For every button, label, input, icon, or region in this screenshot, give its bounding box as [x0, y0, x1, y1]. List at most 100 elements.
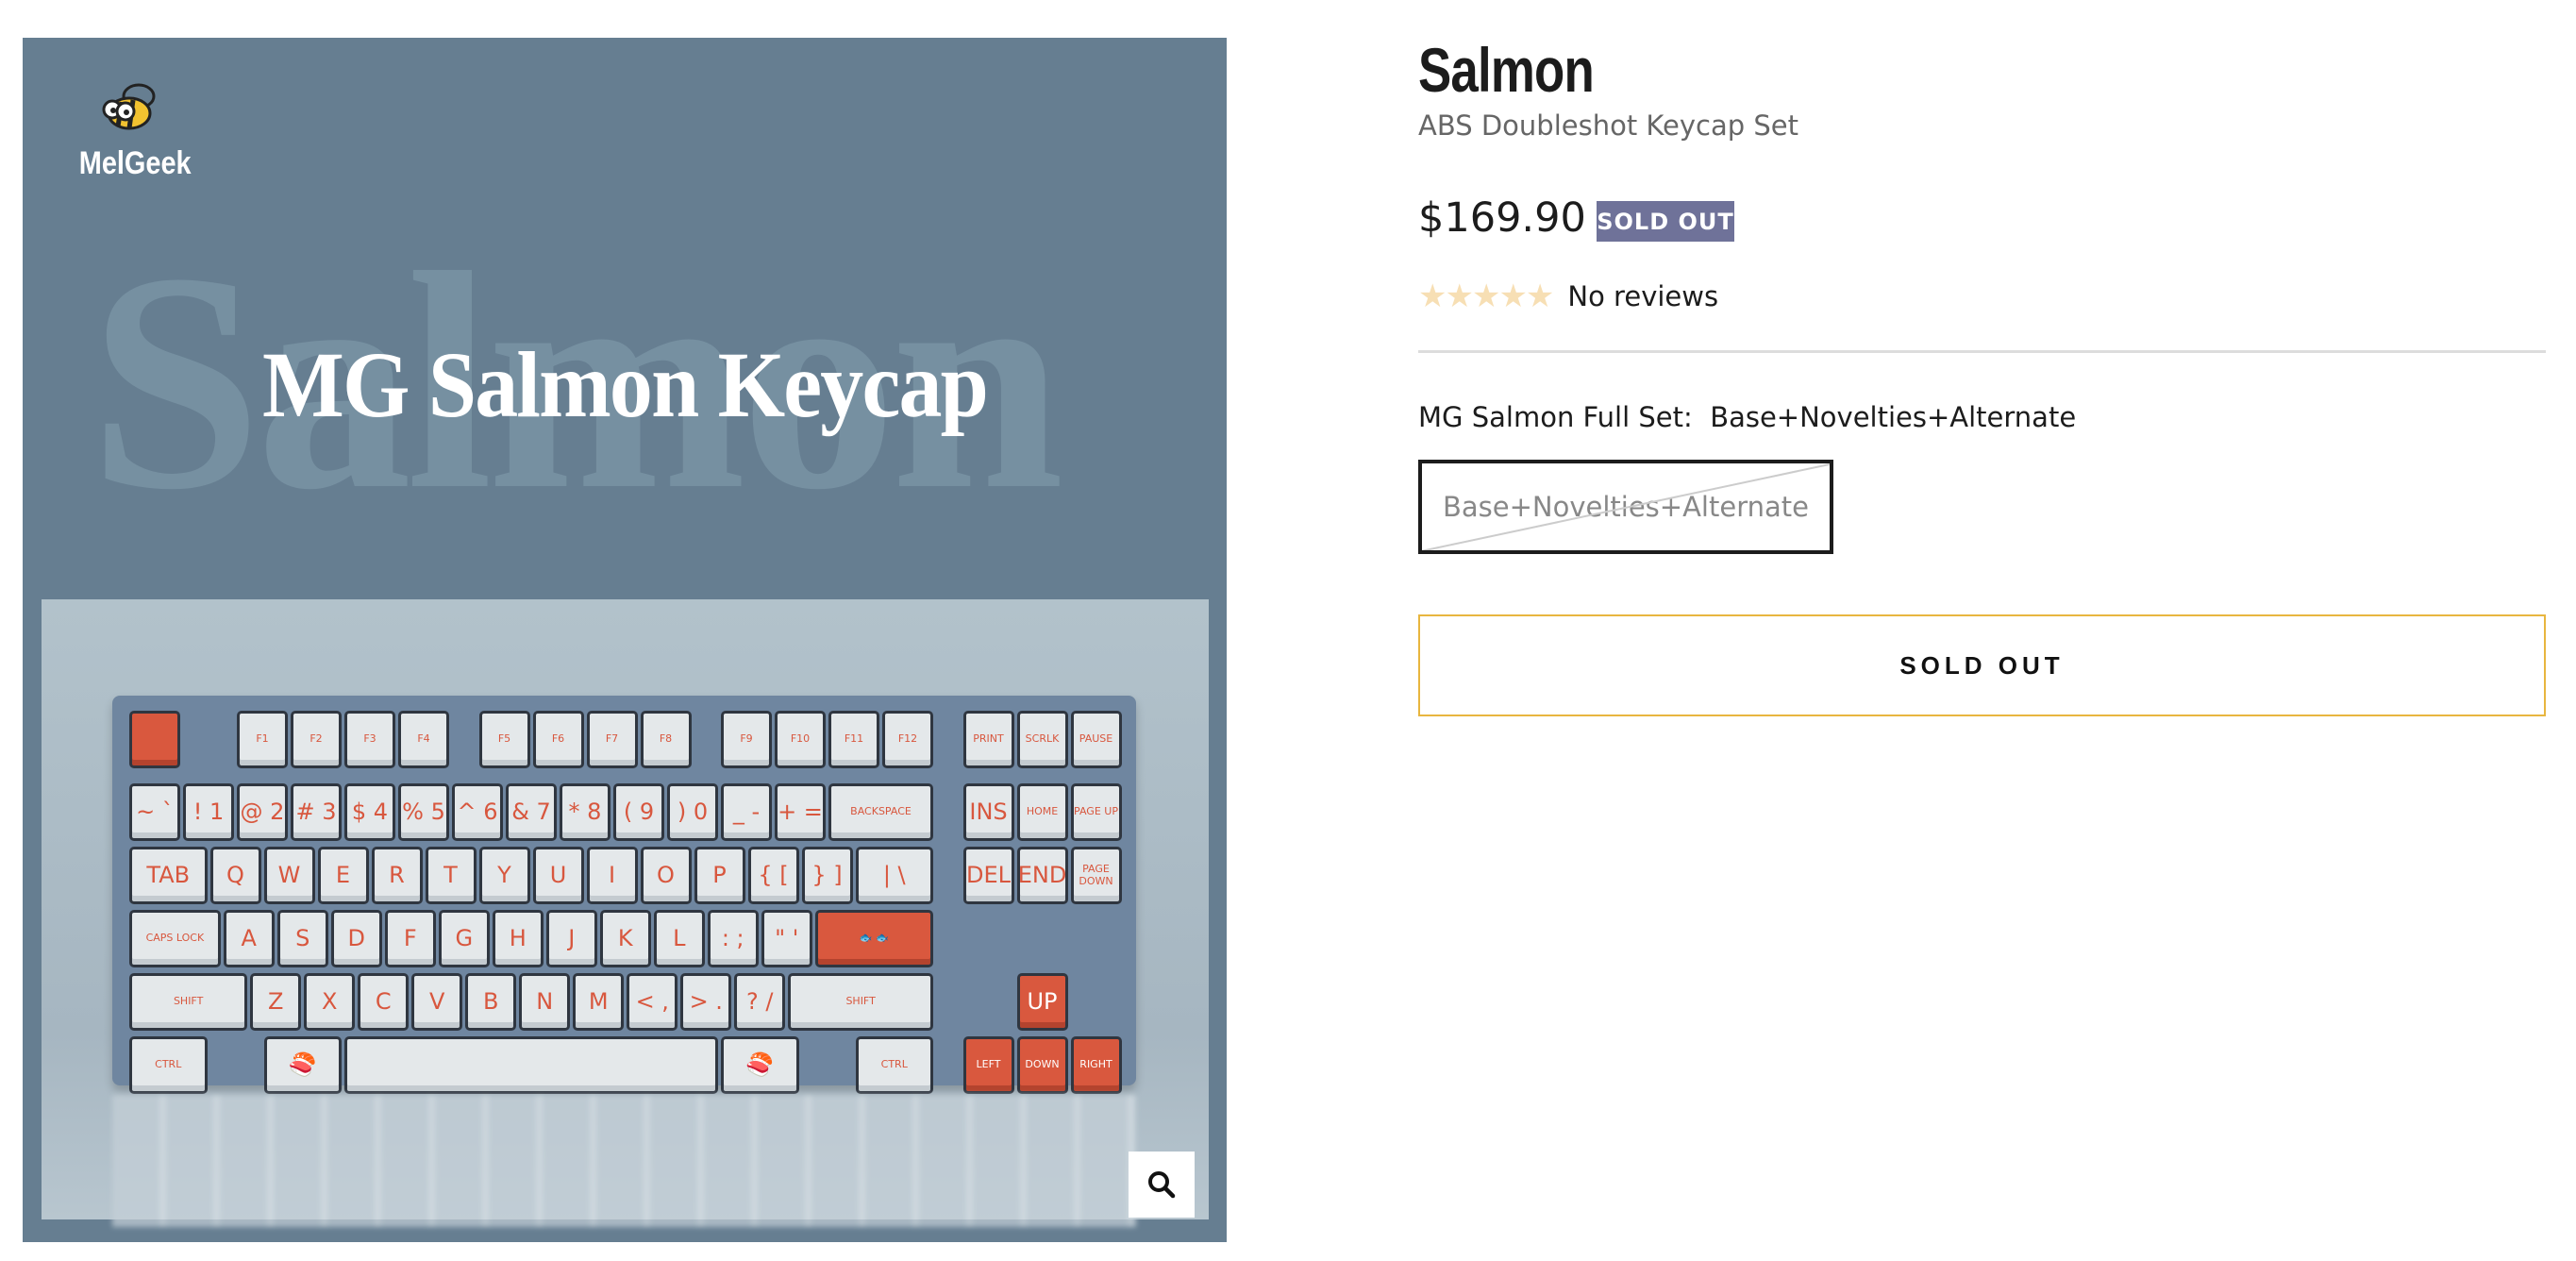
keycap: ( 9: [613, 783, 664, 841]
keycap: RIGHT: [1070, 1036, 1122, 1094]
image-banner-title: MG Salmon Keycap: [262, 332, 989, 437]
keycap: W: [263, 847, 315, 904]
search-icon: [1148, 1171, 1176, 1199]
divider: [1418, 350, 2546, 353]
star-rating-icons: ★★★★★: [1418, 277, 1554, 315]
zoom-image-button[interactable]: [1129, 1152, 1195, 1218]
keycap: 🐟 🐟: [814, 910, 933, 967]
keycap: S: [276, 910, 328, 967]
rating[interactable]: ★★★★★ No reviews: [1418, 277, 1718, 315]
keycap: U: [532, 847, 584, 904]
keycap: C: [358, 973, 410, 1031]
product-price: $169.90: [1418, 194, 1586, 242]
keycap: O: [640, 847, 692, 904]
keycap: F4: [398, 711, 449, 768]
keycap: ! 1: [183, 783, 234, 841]
keycap: { [: [747, 847, 799, 904]
keycap: CTRL: [855, 1036, 933, 1094]
keycap: ? /: [734, 973, 786, 1031]
keycap: PAUSE: [1070, 711, 1122, 768]
keycap: HOME: [1016, 783, 1068, 841]
keycap: DEL: [962, 847, 1014, 904]
option-swatch-unavailable[interactable]: Base+Novelties+Alternate: [1418, 460, 1833, 554]
keycap: Q: [209, 847, 261, 904]
keycap: ) 0: [667, 783, 718, 841]
keycap: M: [573, 973, 625, 1031]
keycap: P: [694, 847, 745, 904]
keycap: L: [653, 910, 705, 967]
keycap: F3: [344, 711, 395, 768]
keycap: LEFT: [962, 1036, 1014, 1094]
keycap: D: [330, 910, 382, 967]
keycap: F6: [532, 711, 584, 768]
keycap: SHIFT: [129, 973, 248, 1031]
keycap: UP: [1016, 973, 1068, 1031]
keycap: PAGE DOWN: [1070, 847, 1122, 904]
keycap: 🍣: [721, 1036, 799, 1094]
keycap: ~ `: [129, 783, 180, 841]
keycap: H: [492, 910, 544, 967]
keycap: & 7: [506, 783, 557, 841]
keycap: F8: [640, 711, 692, 768]
keycap: INS: [962, 783, 1014, 841]
keycap: # 3: [291, 783, 342, 841]
keycap: Z: [250, 973, 302, 1031]
keycap: > .: [680, 973, 732, 1031]
keycap: DOWN: [1016, 1036, 1068, 1094]
keycap: F12: [882, 711, 933, 768]
keycap: END: [1016, 847, 1068, 904]
keycap: : ;: [707, 910, 759, 967]
keycap: ^ 6: [452, 783, 503, 841]
keycap: F11: [828, 711, 879, 768]
keycap: X: [304, 973, 356, 1031]
option-name: MG Salmon Full Set:: [1418, 401, 1693, 433]
keycap: + =: [775, 783, 826, 841]
keycap: V: [411, 973, 463, 1031]
keycap: B: [465, 973, 517, 1031]
keycap: $ 4: [344, 783, 395, 841]
keycap: G: [438, 910, 490, 967]
keycap: F7: [586, 711, 638, 768]
keycap: F9: [721, 711, 772, 768]
logo-text: MelGeek: [78, 145, 192, 181]
keycap: CAPS LOCK: [129, 910, 221, 967]
keycap: @ 2: [237, 783, 288, 841]
keycap: F10: [775, 711, 826, 768]
keycap: % 5: [398, 783, 449, 841]
keycap: Y: [478, 847, 530, 904]
sold-out-button[interactable]: SOLD OUT: [1418, 614, 2546, 716]
keycap: PRINT: [962, 711, 1014, 768]
reviews-count: No reviews: [1567, 280, 1719, 312]
keyboard-photo: F1 F2 F3 F4 F5 F6 F7 F8 F9 F10 F11 F12 PRINT SCRLK PAU…: [42, 599, 1209, 1227]
keycap: _ -: [721, 783, 772, 841]
keycap: F5: [478, 711, 530, 768]
keycap: [344, 1036, 718, 1094]
keycap: SCRLK: [1016, 711, 1068, 768]
keycap: R: [371, 847, 423, 904]
keycap: } ]: [801, 847, 853, 904]
keycap: E: [317, 847, 369, 904]
keycap: N: [519, 973, 571, 1031]
keycap: [129, 711, 180, 768]
keycap: F2: [291, 711, 342, 768]
option-swatch-label: Base+Novelties+Alternate: [1443, 491, 1809, 523]
keycap: K: [599, 910, 651, 967]
keycap: PAGE UP: [1070, 783, 1122, 841]
keycap: * 8: [560, 783, 611, 841]
keyboard: F1 F2 F3 F4 F5 F6 F7 F8 F9 F10 F11 F12 PRINT SCRLK PAU…: [112, 696, 1136, 1094]
keycap: SHIFT: [788, 973, 933, 1031]
keycap: | \: [855, 847, 933, 904]
keycap: J: [545, 910, 597, 967]
keycap: T: [425, 847, 477, 904]
product-image[interactable]: Salmon MelGeek MG Salmon Keycap F1 F2 F3 F4…: [23, 38, 1227, 1242]
keycap: F: [384, 910, 436, 967]
keyboard-reflection: [112, 1095, 1136, 1227]
product-title: Salmon: [1418, 35, 1595, 105]
keycap: I: [586, 847, 638, 904]
option-label: MG Salmon Full Set: Base+Novelties+Alter…: [1418, 401, 2076, 433]
keycap: " ': [761, 910, 812, 967]
keycap: TAB: [129, 847, 208, 904]
melgeek-logo: MelGeek: [70, 76, 192, 182]
keycap: A: [223, 910, 275, 967]
option-selected-value: Base+Novelties+Alternate: [1710, 401, 2077, 433]
